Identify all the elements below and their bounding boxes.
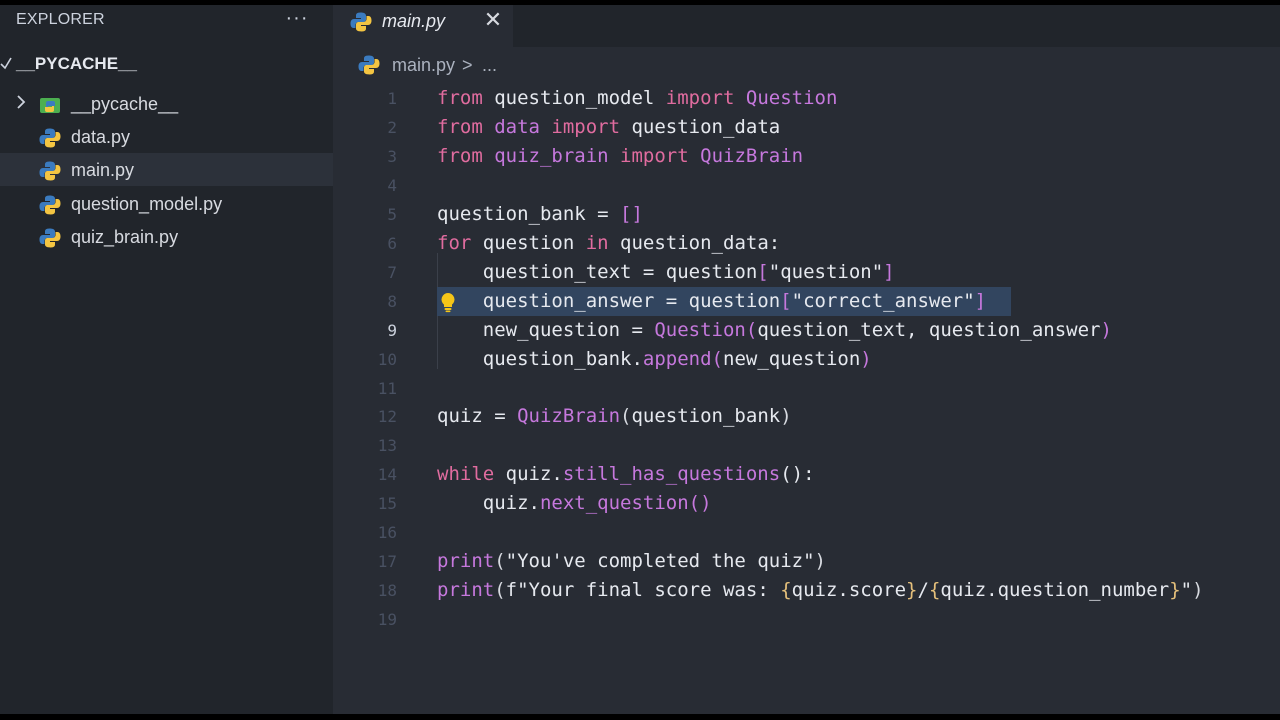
- python-file-icon: [39, 127, 61, 149]
- code-line[interactable]: 14 while quiz.still_has_questions():: [333, 460, 1280, 489]
- code-line[interactable]: 10 question_bank.append(new_question): [333, 345, 1280, 374]
- python-file-icon: [39, 227, 61, 249]
- code-text: print("You've completed the quiz"): [437, 550, 826, 572]
- code-line[interactable]: 15 quiz.next_question(): [333, 489, 1280, 518]
- close-icon[interactable]: ✕: [482, 7, 504, 33]
- tree-item-label: question_model.py: [71, 194, 223, 214]
- breadcrumb-separator: >: [462, 55, 473, 75]
- chevron-down-icon[interactable]: [0, 53, 12, 76]
- code-text: from question_model import Question: [437, 87, 838, 109]
- code-text: from quiz_brain import QuizBrain: [437, 145, 804, 167]
- line-number: 7: [387, 263, 397, 282]
- tree-item-label: main.py: [71, 160, 135, 180]
- tab-bar: main.py ✕: [333, 5, 1280, 47]
- tab-label: main.py: [382, 11, 446, 31]
- code-text: question_bank.append(new_question): [437, 348, 872, 370]
- line-number: 14: [377, 465, 397, 484]
- line-number-active: 9: [387, 321, 397, 340]
- line-number: 11: [377, 379, 397, 398]
- tree-item-label: quiz_brain.py: [71, 227, 179, 247]
- code-line[interactable]: 16: [333, 518, 1280, 547]
- more-actions-icon[interactable]: ···: [285, 7, 309, 31]
- code-line[interactable]: 12 quiz = QuizBrain(question_bank): [333, 402, 1280, 431]
- line-number: 8: [387, 292, 397, 311]
- line-number: 12: [377, 407, 397, 426]
- tab-main-py[interactable]: main.py ✕: [333, 5, 513, 47]
- code-line[interactable]: 5 question_bank = []: [333, 200, 1280, 229]
- line-number: 10: [377, 350, 397, 369]
- explorer-header: EXPLORER ···: [0, 5, 333, 37]
- python-file-icon: [358, 54, 380, 76]
- line-number: 15: [377, 494, 397, 513]
- code-text: question_text = question["question"]: [437, 261, 895, 283]
- tree-item-data-py[interactable]: data.py: [0, 120, 333, 153]
- line-number: 16: [377, 523, 397, 542]
- code-line[interactable]: 4: [333, 171, 1280, 200]
- python-file-icon: [350, 11, 372, 33]
- code-text: print(f"Your final score was: {quiz.scor…: [437, 579, 1204, 601]
- line-number: 18: [377, 581, 397, 600]
- code-text: for question in question_data:: [437, 232, 781, 254]
- code-editor[interactable]: 1 from question_model import Question 2 …: [333, 79, 1280, 699]
- code-text: new_question = Question(question_text, q…: [437, 319, 1112, 341]
- explorer-sidebar: EXPLORER ··· __PYCACHE__ __pycache__ dat…: [0, 5, 333, 714]
- line-number: 4: [387, 176, 397, 195]
- line-number: 6: [387, 234, 397, 253]
- tree-item-label: __pycache__: [71, 94, 179, 114]
- code-text: question_bank = []: [437, 203, 643, 225]
- tree-item-quiz-brain-py[interactable]: quiz_brain.py: [0, 220, 333, 253]
- code-line[interactable]: 2 from data import question_data: [333, 113, 1280, 142]
- line-number: 1: [387, 89, 397, 108]
- line-number: 17: [377, 552, 397, 571]
- vscode-window: EXPLORER ··· __PYCACHE__ __pycache__ dat…: [0, 5, 1280, 714]
- code-line[interactable]: 3 from quiz_brain import QuizBrain: [333, 142, 1280, 171]
- code-line[interactable]: 18 print(f"Your final score was: {quiz.s…: [333, 576, 1280, 605]
- code-line[interactable]: 6 for question in question_data:: [333, 229, 1280, 258]
- python-file-icon: [39, 194, 61, 216]
- line-number: 5: [387, 205, 397, 224]
- python-folder-icon: [39, 94, 61, 116]
- code-text: question_answer = question["correct_answ…: [437, 290, 987, 312]
- code-line[interactable]: 11: [333, 374, 1280, 403]
- code-line-selected[interactable]: 8 question_answer = question["correct_an…: [333, 287, 1280, 316]
- chevron-right-icon[interactable]: [14, 93, 28, 111]
- breadcrumb: main.py > ...: [358, 52, 758, 78]
- code-line[interactable]: 7 question_text = question["question"]: [333, 258, 1280, 287]
- code-text: quiz = QuizBrain(question_bank): [437, 405, 792, 427]
- code-line[interactable]: 17 print("You've completed the quiz"): [333, 547, 1280, 576]
- code-line[interactable]: 1 from question_model import Question: [333, 84, 1280, 113]
- line-number: 3: [387, 147, 397, 166]
- code-line[interactable]: 19: [333, 605, 1280, 634]
- folder-header[interactable]: __PYCACHE__: [0, 50, 333, 78]
- tree-item-pycache-folder[interactable]: __pycache__: [0, 87, 333, 120]
- tree-item-main-py[interactable]: main.py: [0, 153, 333, 186]
- line-number: 2: [387, 118, 397, 137]
- code-text: from data import question_data: [437, 116, 781, 138]
- line-number: 13: [377, 436, 397, 455]
- code-text: while quiz.still_has_questions():: [437, 463, 815, 485]
- code-line[interactable]: 13: [333, 431, 1280, 460]
- breadcrumb-file[interactable]: main.py: [392, 55, 455, 76]
- code-line-active[interactable]: 9 new_question = Question(question_text,…: [333, 316, 1280, 345]
- folder-name: __PYCACHE__: [16, 54, 137, 73]
- line-number: 19: [377, 610, 397, 629]
- explorer-title: EXPLORER: [16, 11, 105, 28]
- tree-item-question-model-py[interactable]: question_model.py: [0, 187, 333, 220]
- editor-pane: main.py ✕ main.py > ... 1 from question_…: [333, 5, 1280, 714]
- tree-item-label: data.py: [71, 127, 131, 147]
- code-text: quiz.next_question(): [437, 492, 712, 514]
- breadcrumb-more[interactable]: ...: [482, 55, 497, 76]
- python-file-icon: [39, 160, 61, 182]
